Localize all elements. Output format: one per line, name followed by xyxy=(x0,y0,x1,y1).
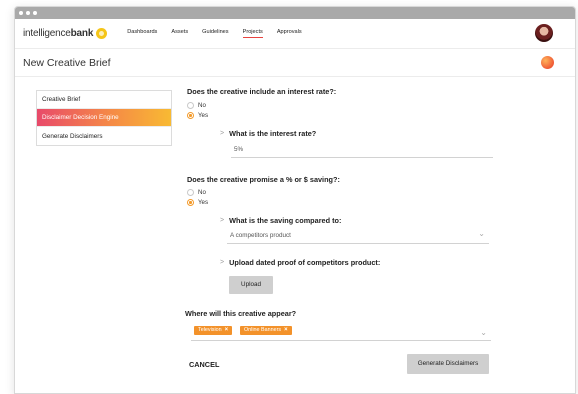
radio-label: No xyxy=(198,189,206,196)
radio-no-icon[interactable] xyxy=(187,189,194,196)
sidebar-item-generate-disclaimers[interactable]: Generate Disclaimers xyxy=(37,127,171,145)
sub-question-label: What is the interest rate? xyxy=(229,129,317,138)
radio-yes-selected-icon[interactable] xyxy=(187,199,194,206)
sidebar: Creative Brief Disclaimer Decision Engin… xyxy=(36,90,172,146)
app-logo[interactable]: intelligence bank xyxy=(23,28,108,39)
tag-television[interactable]: Television × xyxy=(194,325,233,335)
chevron-down-icon[interactable]: ⌄ xyxy=(480,328,487,337)
sub-question-interest-rate[interactable]: > What is the interest rate? xyxy=(220,129,497,138)
radio-option-no[interactable]: No xyxy=(187,189,497,196)
form-actions: CANCEL Generate Disclaimers xyxy=(187,353,497,374)
radio-label: Yes xyxy=(198,199,209,206)
chevron-right-icon: > xyxy=(220,217,225,224)
top-nav: intelligence bank Dashboards Assets Guide… xyxy=(15,19,575,49)
status-orb-icon[interactable] xyxy=(541,56,554,69)
question-interest-rate: Does the creative include an interest ra… xyxy=(187,87,337,96)
radio-no-icon[interactable] xyxy=(187,102,194,109)
chevron-right-icon: > xyxy=(220,130,225,137)
saving-compared-value: A competitors product xyxy=(230,232,291,239)
generate-disclaimers-button[interactable]: Generate Disclaimers xyxy=(407,353,489,374)
radio-option-yes[interactable]: Yes xyxy=(187,199,497,206)
question-appear: Where will this creative appear? xyxy=(185,308,297,318)
form-content: Does the creative include an interest ra… xyxy=(185,87,497,374)
window-titlebar xyxy=(15,7,575,19)
nav-link-assets[interactable]: Assets xyxy=(171,29,188,38)
window-dot-icon[interactable] xyxy=(26,11,30,15)
nav-link-approvals[interactable]: Approvals xyxy=(277,29,302,38)
user-avatar[interactable] xyxy=(535,24,553,42)
radio-option-no[interactable]: No xyxy=(187,102,497,109)
window-dot-icon[interactable] xyxy=(33,11,37,15)
tag-online-banners[interactable]: Online Banners × xyxy=(239,325,292,335)
nav-link-guidelines[interactable]: Guidelines xyxy=(202,29,228,38)
interest-rate-value: 5% xyxy=(234,146,244,153)
saving-compared-select[interactable]: A competitors product ⌄ xyxy=(227,229,489,244)
interest-rate-field[interactable]: 5% xyxy=(231,146,493,158)
radio-yes-selected-icon[interactable] xyxy=(187,112,194,119)
close-icon[interactable]: × xyxy=(284,327,288,333)
nav-link-dashboards[interactable]: Dashboards xyxy=(127,29,157,38)
radio-label: No xyxy=(198,102,206,109)
tag-label: Online Banners xyxy=(243,327,282,333)
sub-question-upload-proof[interactable]: > Upload dated proof of competitors prod… xyxy=(220,258,497,267)
page-header: New Creative Brief xyxy=(15,49,575,77)
placement-multiselect[interactable]: Television × Online Banners × ⌄ xyxy=(191,325,491,341)
logo-text-light: intelligence xyxy=(23,28,71,39)
tag-label: Television xyxy=(198,327,222,333)
cancel-button[interactable]: CANCEL xyxy=(189,360,219,369)
page-title: New Creative Brief xyxy=(23,56,111,69)
chevron-right-icon: > xyxy=(220,259,225,266)
sub-question-label: What is the saving compared to: xyxy=(229,216,342,225)
question-saving: Does the creative promise a % or $ savin… xyxy=(187,175,340,184)
radio-label: Yes xyxy=(198,112,209,119)
sidebar-item-disclaimer-decision-engine[interactable]: Disclaimer Decision Engine xyxy=(37,109,171,127)
nav-link-projects[interactable]: Projects xyxy=(242,29,263,38)
logo-circle-icon xyxy=(96,28,108,39)
radio-option-yes[interactable]: Yes xyxy=(187,112,497,119)
close-icon[interactable]: × xyxy=(225,327,229,333)
logo-text-bold: bank xyxy=(70,28,94,39)
nav-links: Dashboards Assets Guidelines Projects Ap… xyxy=(127,29,316,38)
upload-wrap: Upload xyxy=(229,273,497,294)
sub-question-saving-compared[interactable]: > What is the saving compared to: xyxy=(220,216,497,225)
sub-question-label: Upload dated proof of competitors produc… xyxy=(229,258,381,267)
chevron-down-icon[interactable]: ⌄ xyxy=(478,229,485,238)
browser-window: intelligence bank Dashboards Assets Guide… xyxy=(14,6,576,394)
upload-button[interactable]: Upload xyxy=(229,275,273,294)
sidebar-item-creative-brief[interactable]: Creative Brief xyxy=(37,91,171,109)
window-dot-icon[interactable] xyxy=(19,11,23,15)
